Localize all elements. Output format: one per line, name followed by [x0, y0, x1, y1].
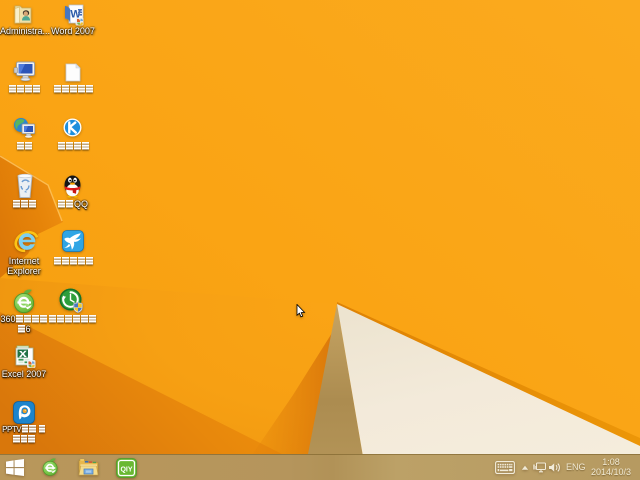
svg-text:QIY: QIY [120, 467, 132, 474]
